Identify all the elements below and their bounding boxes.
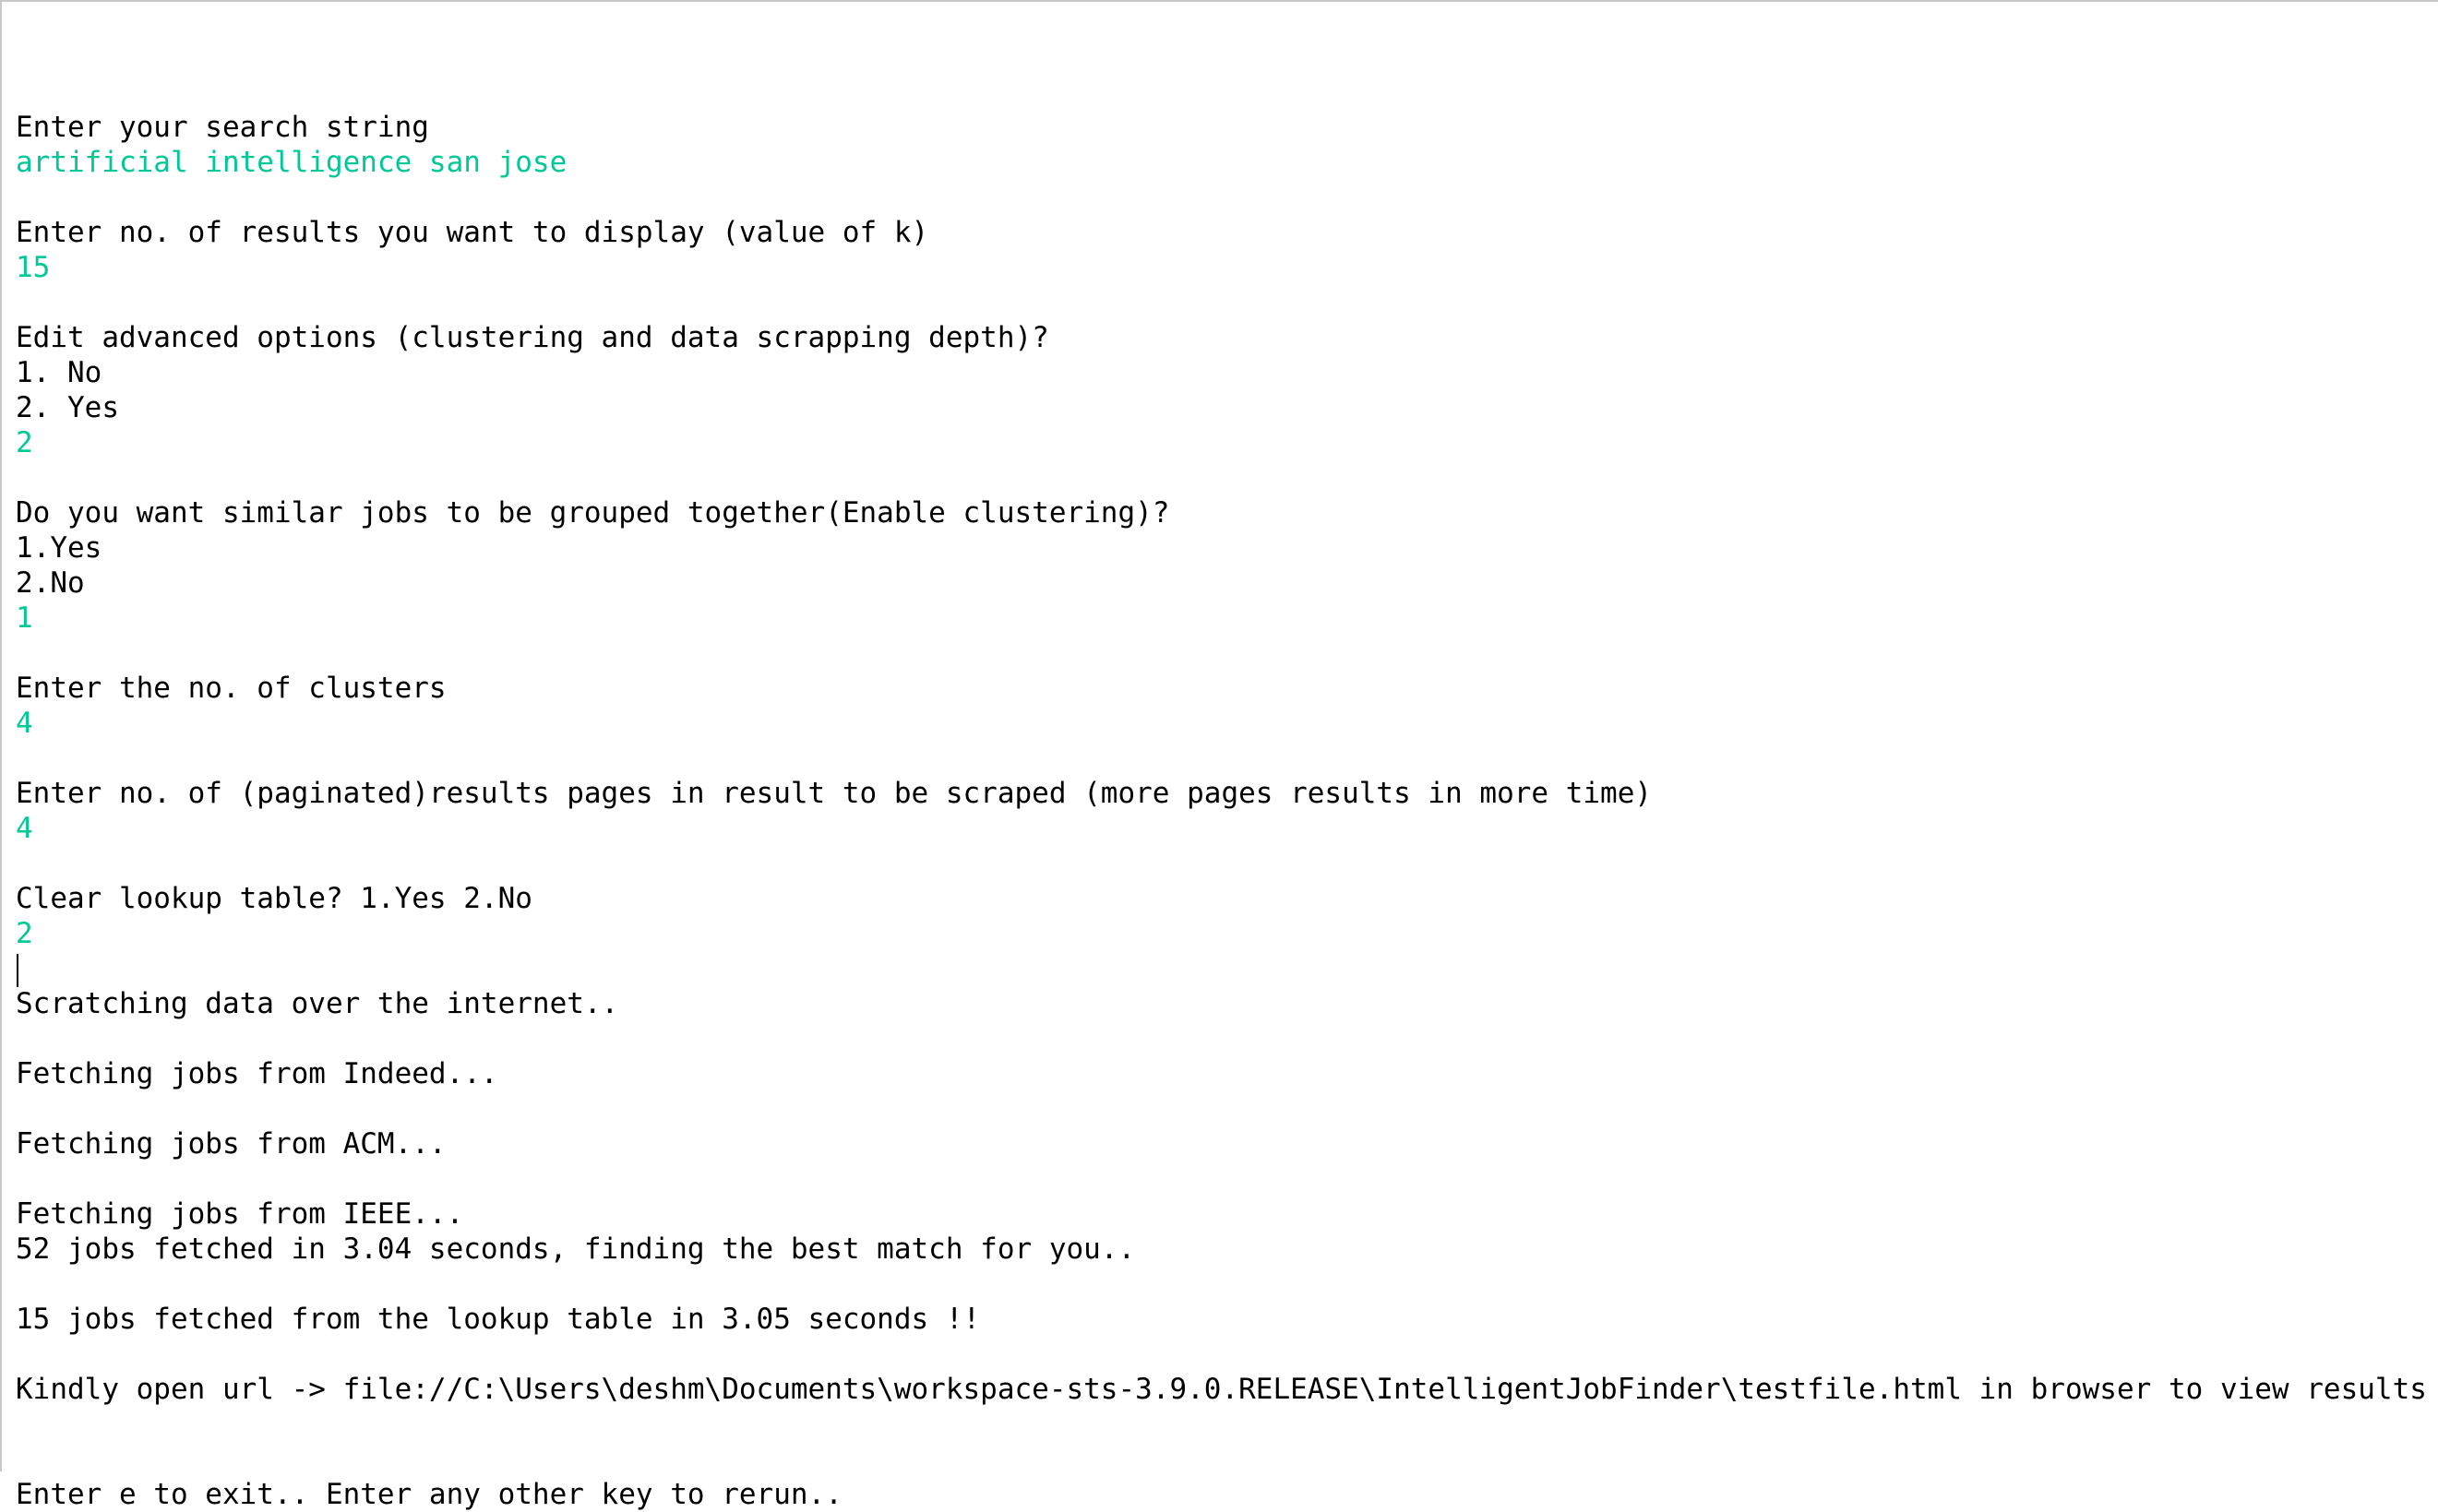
console-input-line: 2 <box>16 426 33 459</box>
console-output-line: Clear lookup table? 1.Yes 2.No <box>16 882 532 915</box>
console-output: Enter your search string artificial intel… <box>16 5 2427 1512</box>
console-output-line: 2.No <box>16 566 85 600</box>
console-input-line: 2 <box>16 917 33 950</box>
console-output-line: Scratching data over the internet.. <box>16 987 619 1020</box>
console-view[interactable]: Enter your search string artificial intel… <box>0 0 2438 1511</box>
text-caret <box>17 954 18 987</box>
console-output-line: Fetching jobs from Indeed... <box>16 1057 498 1090</box>
console-input-line: 4 <box>16 707 33 740</box>
console-input-line: artificial intelligence san jose <box>16 146 568 179</box>
console-output-line: Enter no. of (paginated)results pages in… <box>16 777 1653 810</box>
console-input-line: 4 <box>16 812 33 845</box>
console-output-line: 1. No <box>16 356 102 389</box>
console-output-line: Fetching jobs from ACM... <box>16 1127 447 1161</box>
console-output-line: Kindly open url -> file://C:\Users\deshm… <box>16 1373 2427 1406</box>
console-output-line: Do you want similar jobs to be grouped t… <box>16 496 1170 530</box>
console-output-line: Enter the no. of clusters <box>16 672 447 705</box>
console-output-line: 52 jobs fetched in 3.04 seconds, finding… <box>16 1232 1136 1266</box>
console-output-line: 15 jobs fetched from the lookup table in… <box>16 1303 981 1336</box>
console-output-line: Enter e to exit.. Enter any other key to… <box>16 1478 843 1511</box>
console-output-line: 2. Yes <box>16 391 119 424</box>
console-output-line: Fetching jobs from IEEE... <box>16 1197 464 1231</box>
console-output-line: Edit advanced options (clustering and da… <box>16 321 1049 354</box>
console-input-line: 1 <box>16 601 33 635</box>
console-input-line: 15 <box>16 251 51 284</box>
console-output-line: Enter your search string <box>16 111 429 144</box>
console-output-line: Enter no. of results you want to display… <box>16 216 929 249</box>
input-caret-line[interactable] <box>16 951 2427 987</box>
console-output-line: 1.Yes <box>16 531 102 565</box>
